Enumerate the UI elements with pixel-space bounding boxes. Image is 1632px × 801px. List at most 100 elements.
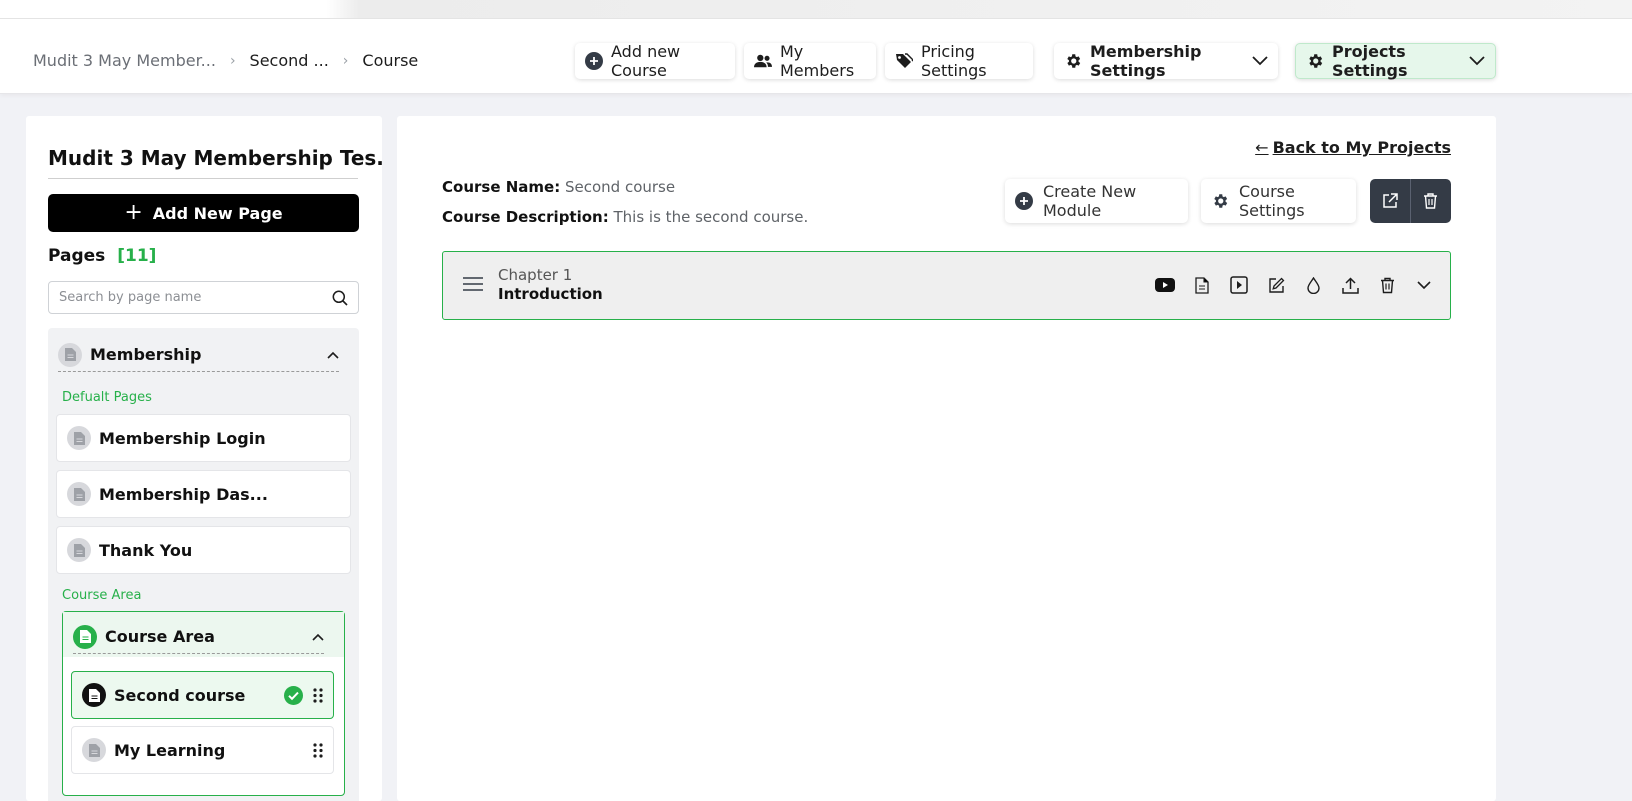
document-icon (82, 683, 106, 707)
page-item-label: Membership Login (99, 428, 266, 448)
trash-icon[interactable] (1377, 275, 1397, 295)
drag-handle-icon[interactable] (313, 742, 323, 758)
tags-icon (895, 52, 913, 70)
top-header: Mudit 3 May Member... › Second ... › Cou… (0, 19, 1632, 94)
chevron-down-icon (1469, 56, 1485, 66)
course-area-group: Course Area Second course My Learning (62, 611, 345, 796)
module-actions (1138, 275, 1434, 295)
back-to-projects-link[interactable]: ← Back to My Projects (1255, 138, 1451, 157)
membership-group-label: Membership (90, 345, 202, 364)
chevron-up-icon[interactable] (312, 633, 324, 641)
page-item-label: Membership Das... (99, 484, 268, 504)
add-new-course-button[interactable]: Add new Course (575, 42, 735, 80)
module-number: Chapter 1 (498, 266, 573, 284)
pages-label: Pages (48, 246, 106, 266)
breadcrumb-project[interactable]: Mudit 3 May Member... (33, 51, 216, 70)
play-video-icon[interactable] (1229, 275, 1249, 295)
add-new-page-button[interactable]: + Add New Page (48, 194, 359, 232)
add-new-page-label: Add New Page (152, 203, 283, 223)
chevron-right-icon: › (229, 52, 236, 69)
trash-icon (1423, 193, 1438, 209)
page-item-membership-dashboard[interactable]: Membership Das... (56, 470, 351, 518)
membership-settings-label: Membership Settings (1090, 42, 1202, 80)
default-pages-label: Defualt Pages (62, 390, 152, 405)
course-settings-button[interactable]: Course Settings (1201, 179, 1356, 223)
external-link-icon (1382, 193, 1398, 209)
add-new-course-label: Add new Course (611, 42, 681, 80)
upload-icon[interactable] (1340, 275, 1360, 295)
membership-settings-dropdown[interactable]: Membership Settings (1054, 42, 1278, 80)
course-editor-panel: ← Back to My Projects Course Name: Secon… (397, 116, 1496, 801)
plus-icon: + (124, 200, 143, 225)
youtube-icon[interactable] (1155, 275, 1175, 295)
project-title: Mudit 3 May Membership Tes... (48, 146, 382, 179)
document-icon (67, 482, 91, 506)
my-members-label: My Members (780, 42, 855, 80)
chevron-up-icon[interactable] (327, 351, 339, 359)
module-title: Introduction (498, 285, 603, 303)
drop-icon[interactable] (1303, 275, 1323, 295)
course-name-label: Course Name: (442, 178, 561, 196)
course-name-row: Course Name: Second course (442, 178, 675, 196)
chevron-down-icon (1252, 56, 1268, 66)
page-item-second-course[interactable]: Second course (71, 671, 334, 719)
course-description-label: Course Description: (442, 208, 609, 226)
document-icon (82, 738, 106, 762)
projects-settings-label: Projects Settings (1332, 42, 1408, 80)
pricing-settings-button[interactable]: Pricing Settings (885, 42, 1033, 80)
document-icon (73, 624, 97, 649)
course-description-value: This is the second course. (613, 208, 809, 226)
gear-icon (1064, 52, 1082, 70)
page-item-my-learning[interactable]: My Learning (71, 726, 334, 774)
page-item-label: Thank You (99, 540, 193, 560)
page-item-membership-login[interactable]: Membership Login (56, 414, 351, 462)
course-area-section-label: Course Area (62, 588, 142, 603)
page-item-thank-you[interactable]: Thank You (56, 526, 351, 574)
gear-icon (1211, 192, 1229, 210)
document-icon (67, 426, 91, 450)
breadcrumb-course[interactable]: Second ... (250, 51, 329, 70)
plus-circle-icon (1015, 192, 1033, 210)
hamburger-icon[interactable] (463, 276, 483, 292)
drag-handle-icon[interactable] (313, 687, 323, 703)
plus-circle-icon (585, 52, 603, 70)
pricing-settings-label: Pricing Settings (921, 42, 987, 80)
gear-icon (1306, 52, 1324, 70)
arrow-left-icon: ← (1255, 138, 1269, 157)
course-area-header[interactable]: Course Area (63, 612, 344, 657)
external-link-button[interactable] (1370, 179, 1410, 223)
my-members-button[interactable]: My Members (744, 42, 876, 80)
course-settings-label: Course Settings (1239, 182, 1305, 220)
browser-top-strip (0, 0, 1632, 19)
course-area-label: Course Area (105, 627, 215, 646)
page-item-label: My Learning (114, 740, 226, 760)
document-icon (67, 538, 91, 562)
course-action-buttons (1370, 179, 1451, 223)
create-new-module-label: Create New Module (1043, 182, 1137, 220)
document-icon (58, 342, 82, 367)
page-item-label: Second course (114, 685, 246, 705)
create-new-module-button[interactable]: Create New Module (1005, 179, 1188, 223)
search-icon[interactable] (332, 290, 348, 306)
chevron-down-icon[interactable] (1414, 275, 1434, 295)
back-to-projects-label: Back to My Projects (1272, 138, 1451, 157)
pages-count: [11] (117, 246, 157, 266)
course-name-value: Second course (564, 178, 676, 196)
course-description-row: Course Description: This is the second c… (442, 208, 808, 226)
module-row[interactable]: Chapter 1 Introduction (442, 251, 1451, 320)
pages-heading: Pages [11] (48, 246, 156, 266)
breadcrumb: Mudit 3 May Member... › Second ... › Cou… (33, 51, 418, 70)
membership-group-header[interactable]: Membership (58, 338, 339, 372)
chevron-right-icon: › (342, 52, 349, 69)
edit-icon[interactable] (1266, 275, 1286, 295)
projects-settings-dropdown[interactable]: Projects Settings (1295, 42, 1496, 80)
breadcrumb-current: Course (362, 51, 419, 70)
membership-group: Membership Defualt Pages Membership Logi… (48, 328, 359, 801)
document-icon[interactable] (1192, 275, 1212, 295)
delete-course-button[interactable] (1410, 179, 1450, 223)
page-search-input[interactable] (59, 290, 332, 305)
page-search (48, 281, 359, 314)
check-circle-icon (284, 685, 303, 705)
users-icon (754, 52, 772, 70)
pages-sidebar: Mudit 3 May Membership Tes... + Add New … (26, 116, 382, 801)
